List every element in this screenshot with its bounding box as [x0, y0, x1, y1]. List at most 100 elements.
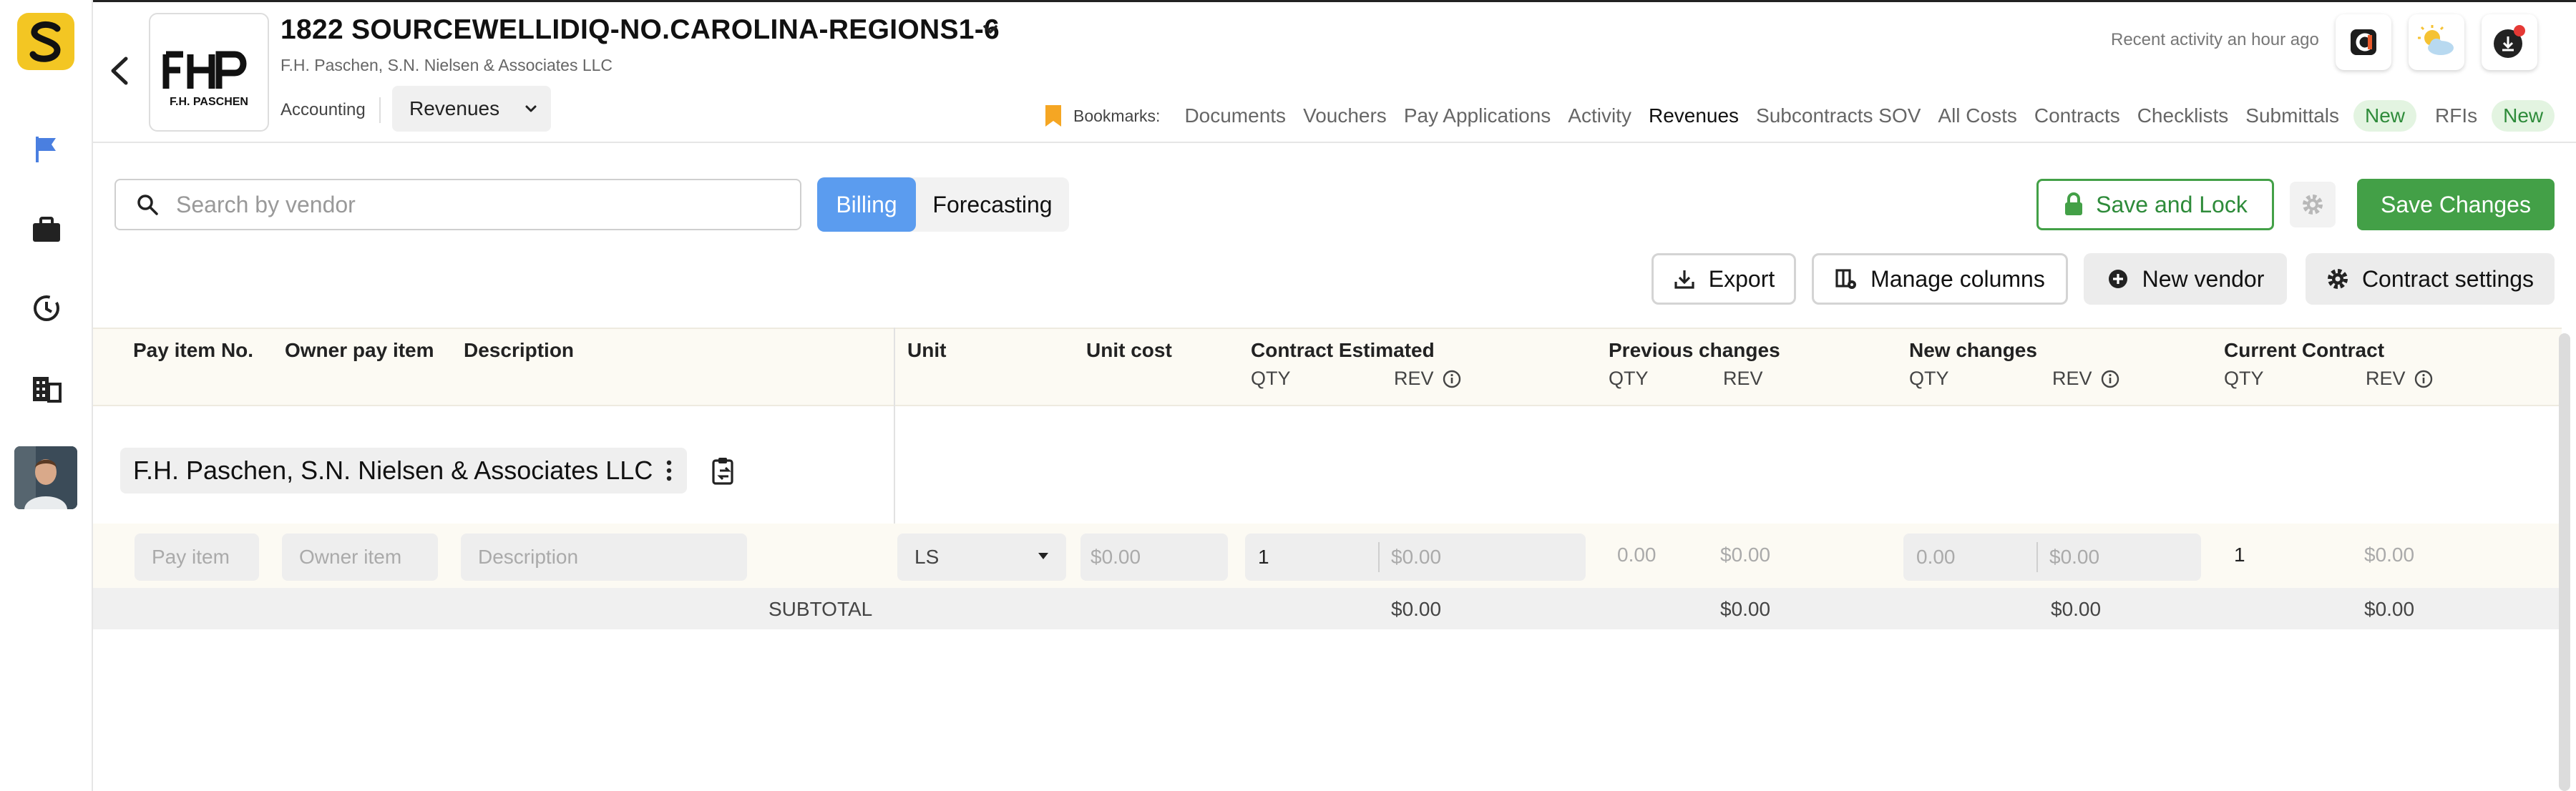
clipboard-swap-icon[interactable]: [710, 456, 738, 486]
cc-rev-value: $0.00: [2364, 544, 2415, 566]
pay-item-input[interactable]: Pay item: [135, 534, 259, 581]
save-and-lock-button[interactable]: Save and Lock: [2036, 179, 2274, 230]
ce-qty-rev-input[interactable]: 1 $0.00: [1245, 534, 1586, 581]
rfis-new-badge: New: [2492, 100, 2555, 132]
subtotal-nc-rev: $0.00: [2051, 598, 2102, 620]
breadcrumb-divider: [379, 97, 381, 123]
ce-rev-value: $0.00: [1391, 546, 1442, 568]
company-logo: F.H. PASCHEN: [149, 13, 269, 132]
nav-documents[interactable]: Documents: [1184, 104, 1286, 127]
tab-billing[interactable]: Billing: [817, 177, 916, 232]
caret-down-icon: [1038, 553, 1048, 559]
unit-select-value: LS: [914, 546, 940, 568]
settings-gear-button[interactable]: [2290, 182, 2336, 227]
vendor-group-name: F.H. Paschen, S.N. Nielsen & Associates …: [133, 456, 653, 485]
cc-qty-header: QTY: [2224, 368, 2264, 389]
weather-icon[interactable]: [2409, 14, 2464, 70]
nc-rev-label: REV: [2052, 368, 2092, 389]
col-unit: Unit: [907, 339, 947, 361]
nav-subcontracts-sov[interactable]: Subcontracts SOV: [1756, 104, 1921, 127]
nav-pay-applications[interactable]: Pay Applications: [1404, 104, 1551, 127]
col-current-contract: Current Contract: [2224, 339, 2385, 361]
nav-vouchers[interactable]: Vouchers: [1303, 104, 1387, 127]
project-subtitle: F.H. Paschen, S.N. Nielsen & Associates …: [280, 56, 613, 74]
app-logo-icon[interactable]: [17, 13, 74, 70]
building-icon[interactable]: [29, 370, 64, 406]
new-vendor-label: New vendor: [2142, 265, 2265, 292]
logo-text: F.H. PASCHEN: [170, 96, 248, 108]
pc-rev-header: REV: [1723, 368, 1763, 389]
unit-cost-input[interactable]: $0.00: [1080, 534, 1228, 581]
project-chevron-down-icon[interactable]: [976, 16, 1005, 44]
input-divider: [1378, 542, 1380, 572]
manage-columns-button[interactable]: Manage columns: [1812, 253, 2068, 305]
nc-qty-header: QTY: [1909, 368, 1949, 389]
col-new-changes: New changes: [1909, 339, 2037, 361]
history-icon[interactable]: [29, 290, 64, 326]
ce-rev-header: REV: [1394, 368, 1461, 390]
module-dropdown-label: Revenues: [409, 97, 500, 119]
vendor-search[interactable]: [114, 179, 801, 230]
pc-qty-value: 0.00: [1617, 544, 1657, 566]
billing-forecasting-toggle: Billing Forecasting: [817, 177, 1069, 232]
gear-icon: [2327, 269, 2348, 289]
briefcase-icon[interactable]: [29, 212, 64, 247]
info-icon[interactable]: [2101, 370, 2119, 388]
nc-qty-rev-input[interactable]: 0.00 $0.00: [1903, 534, 2201, 581]
unit-select[interactable]: LS: [897, 534, 1066, 581]
subtotal-ce-rev: $0.00: [1391, 598, 1442, 620]
nav-all-costs[interactable]: All Costs: [1938, 104, 2016, 127]
search-icon: [137, 195, 158, 215]
save-changes-button[interactable]: Save Changes: [2357, 179, 2555, 230]
cc-rev-label: REV: [2366, 368, 2406, 389]
vertical-scrollbar[interactable]: [2559, 333, 2570, 791]
user-avatar[interactable]: [14, 446, 77, 509]
col-pay-item-no: Pay item No.: [133, 339, 254, 361]
ce-qty-header: QTY: [1251, 368, 1291, 389]
breadcrumb-accounting[interactable]: Accounting: [280, 100, 366, 120]
vendor-group-chip[interactable]: F.H. Paschen, S.N. Nielsen & Associates …: [120, 448, 688, 493]
cc-rev-header: REV: [2366, 368, 2433, 390]
nc-qty-value: 0.00: [1916, 546, 1956, 568]
nav-checklists[interactable]: Checklists: [2137, 104, 2229, 127]
description-input[interactable]: Description: [461, 534, 747, 581]
subtotal-row: [93, 588, 2562, 629]
nc-rev-header: REV: [2052, 368, 2119, 390]
export-label: Export: [1708, 265, 1775, 292]
module-dropdown[interactable]: Revenues: [392, 86, 551, 132]
manage-columns-label: Manage columns: [1870, 265, 2045, 292]
search-input[interactable]: [176, 191, 777, 218]
nav-contracts[interactable]: Contracts: [2034, 104, 2120, 127]
download-icon: [1674, 270, 1694, 289]
submittals-new-badge: New: [2353, 100, 2417, 132]
contract-settings-button[interactable]: Contract settings: [2306, 253, 2555, 305]
owner-item-input[interactable]: Owner item: [282, 534, 438, 581]
more-vertical-icon[interactable]: [664, 458, 674, 483]
info-icon[interactable]: [1443, 370, 1461, 388]
lock-icon: [2065, 192, 2083, 215]
contract-settings-label: Contract settings: [2361, 265, 2534, 292]
subtotal-label: SUBTOTAL: [769, 598, 873, 620]
nav-activity[interactable]: Activity: [1568, 104, 1631, 127]
back-arrow-icon[interactable]: [106, 54, 135, 87]
new-vendor-button[interactable]: New vendor: [2084, 253, 2287, 305]
col-unit-cost: Unit cost: [1086, 339, 1172, 361]
export-button[interactable]: Export: [1652, 253, 1796, 305]
col-previous-changes: Previous changes: [1609, 339, 1780, 361]
subtotal-cc-rev: $0.00: [2364, 598, 2415, 620]
nav-revenues[interactable]: Revenues: [1649, 104, 1739, 127]
info-icon[interactable]: [2414, 370, 2433, 388]
cc-qty-value: 1: [2234, 544, 2245, 566]
c-app-icon[interactable]: [2336, 14, 2391, 70]
download-notifications-icon[interactable]: [2482, 14, 2537, 70]
flag-icon[interactable]: [29, 132, 64, 167]
nav-rfis[interactable]: RFIs: [2435, 104, 2477, 127]
nav-submittals[interactable]: Submittals: [2245, 104, 2339, 127]
subtotal-pc-rev: $0.00: [1720, 598, 1771, 620]
ce-qty-value: 1: [1258, 546, 1269, 568]
bookmarks-label: Bookmarks:: [1073, 106, 1161, 125]
chevron-down-icon: [525, 105, 537, 112]
col-description: Description: [464, 339, 575, 361]
tab-forecasting[interactable]: Forecasting: [916, 177, 1069, 232]
save-and-lock-label: Save and Lock: [2096, 191, 2248, 217]
